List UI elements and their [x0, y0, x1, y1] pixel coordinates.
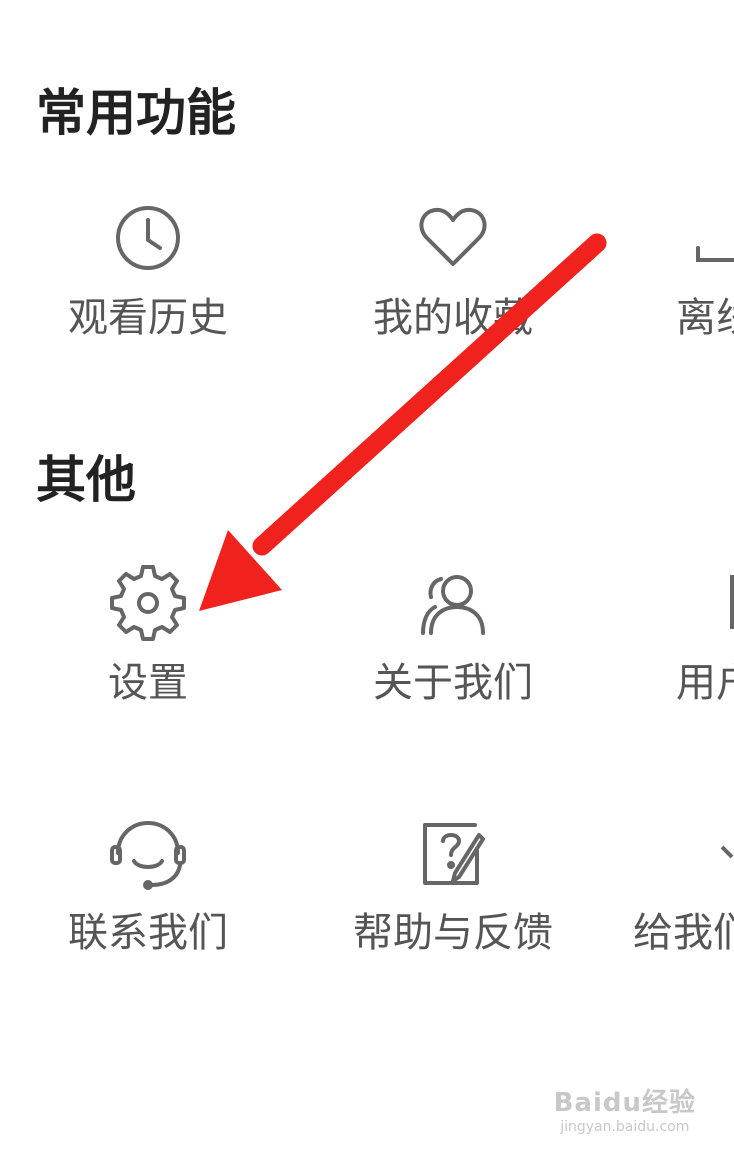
- about-us-label: 关于我们: [373, 660, 533, 706]
- heart-icon: [413, 198, 493, 278]
- watermark-url: jingyan.baidu.com: [560, 1119, 690, 1135]
- history-item[interactable]: 观看历史: [33, 198, 263, 368]
- rate-us-item[interactable]: 给我们: [633, 813, 734, 983]
- favorites-label: 我的收藏: [373, 295, 533, 341]
- clock-icon: [108, 198, 188, 278]
- user-agreement-label: 用户: [676, 660, 734, 706]
- star-icon: [718, 813, 734, 893]
- settings-label: 设置: [108, 660, 188, 706]
- gear-icon: [108, 563, 188, 643]
- section-title-other: 其他: [36, 451, 136, 509]
- download-icon: [688, 198, 734, 278]
- users-icon: [413, 563, 493, 643]
- section-title-common: 常用功能: [36, 84, 236, 142]
- help-edit-icon: [413, 813, 493, 893]
- about-us-item[interactable]: 关于我们: [338, 563, 568, 733]
- contact-us-item[interactable]: 联系我们: [33, 813, 263, 983]
- document-icon: [716, 563, 734, 643]
- baidu-watermark: Baidu经验 jingyan.baidu.com: [554, 1082, 696, 1135]
- rate-us-label: 给我们: [633, 910, 734, 956]
- offline-item[interactable]: 离线: [676, 198, 734, 368]
- help-feedback-label: 帮助与反馈: [353, 910, 553, 956]
- history-label: 观看历史: [68, 295, 228, 341]
- user-agreement-item[interactable]: 用户: [676, 563, 734, 733]
- contact-us-label: 联系我们: [68, 910, 228, 956]
- favorites-item[interactable]: 我的收藏: [338, 198, 568, 368]
- watermark-logo: Baidu经验: [553, 1088, 696, 1118]
- headset-icon: [108, 813, 188, 893]
- offline-label: 离线: [676, 295, 734, 341]
- help-feedback-item[interactable]: 帮助与反馈: [338, 813, 568, 983]
- settings-item[interactable]: 设置: [33, 563, 263, 733]
